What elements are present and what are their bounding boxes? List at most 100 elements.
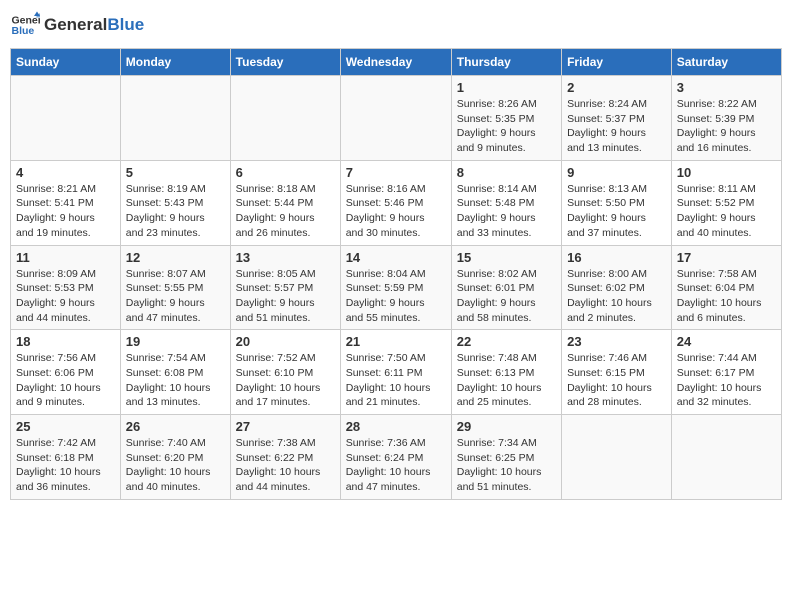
day-info: Sunrise: 8:09 AMSunset: 5:53 PMDaylight:…: [16, 267, 115, 326]
day-info: Sunrise: 8:22 AMSunset: 5:39 PMDaylight:…: [677, 97, 776, 156]
day-number: 9: [567, 165, 666, 180]
day-number: 18: [16, 334, 115, 349]
day-info: Sunrise: 7:34 AMSunset: 6:25 PMDaylight:…: [457, 436, 556, 495]
calendar-table: SundayMondayTuesdayWednesdayThursdayFrid…: [10, 48, 782, 500]
day-info: Sunrise: 7:48 AMSunset: 6:13 PMDaylight:…: [457, 351, 556, 410]
header-monday: Monday: [120, 49, 230, 76]
calendar-cell: 9 Sunrise: 8:13 AMSunset: 5:50 PMDaylight…: [562, 160, 672, 245]
calendar-cell: 22 Sunrise: 7:48 AMSunset: 6:13 PMDayligh…: [451, 330, 561, 415]
header-friday: Friday: [562, 49, 672, 76]
day-info: Sunrise: 8:24 AMSunset: 5:37 PMDaylight:…: [567, 97, 666, 156]
calendar-cell: 14 Sunrise: 8:04 AMSunset: 5:59 PMDayligh…: [340, 245, 451, 330]
header-tuesday: Tuesday: [230, 49, 340, 76]
header-sunday: Sunday: [11, 49, 121, 76]
day-info: Sunrise: 8:11 AMSunset: 5:52 PMDaylight:…: [677, 182, 776, 241]
day-info: Sunrise: 8:19 AMSunset: 5:43 PMDaylight:…: [126, 182, 225, 241]
calendar-cell: 15Sunrise: 8:02 AMSunset: 6:01 PMDayligh…: [451, 245, 561, 330]
calendar-cell: 26 Sunrise: 7:40 AMSunset: 6:20 PMDayligh…: [120, 415, 230, 500]
day-number: 17: [677, 250, 776, 265]
day-number: 3: [677, 80, 776, 95]
calendar-cell: [11, 76, 121, 161]
week-row-4: 25 Sunrise: 7:42 AMSunset: 6:18 PMDayligh…: [11, 415, 782, 500]
day-number: 22: [457, 334, 556, 349]
calendar-cell: [562, 415, 672, 500]
header-wednesday: Wednesday: [340, 49, 451, 76]
calendar-cell: 11 Sunrise: 8:09 AMSunset: 5:53 PMDayligh…: [11, 245, 121, 330]
logo: General Blue General Blue: [10, 10, 144, 40]
calendar-cell: 7 Sunrise: 8:16 AMSunset: 5:46 PMDaylight…: [340, 160, 451, 245]
week-row-2: 11 Sunrise: 8:09 AMSunset: 5:53 PMDayligh…: [11, 245, 782, 330]
day-number: 1: [457, 80, 556, 95]
logo-icon: General Blue: [10, 10, 40, 40]
day-info: Sunrise: 8:00 AMSunset: 6:02 PMDaylight:…: [567, 267, 666, 326]
day-number: 5: [126, 165, 225, 180]
calendar-cell: 4 Sunrise: 8:21 AMSunset: 5:41 PMDaylight…: [11, 160, 121, 245]
calendar-cell: 12 Sunrise: 8:07 AMSunset: 5:55 PMDayligh…: [120, 245, 230, 330]
calendar-cell: 28 Sunrise: 7:36 AMSunset: 6:24 PMDayligh…: [340, 415, 451, 500]
calendar-cell: 27 Sunrise: 7:38 AMSunset: 6:22 PMDayligh…: [230, 415, 340, 500]
day-number: 12: [126, 250, 225, 265]
day-info: Sunrise: 8:26 AMSunset: 5:35 PMDaylight:…: [457, 97, 556, 156]
day-info: Sunrise: 7:50 AMSunset: 6:11 PMDaylight:…: [346, 351, 446, 410]
calendar-cell: 17Sunrise: 7:58 AMSunset: 6:04 PMDayligh…: [671, 245, 781, 330]
day-info: Sunrise: 7:46 AMSunset: 6:15 PMDaylight:…: [567, 351, 666, 410]
calendar-cell: 20 Sunrise: 7:52 AMSunset: 6:10 PMDayligh…: [230, 330, 340, 415]
day-info: Sunrise: 8:07 AMSunset: 5:55 PMDaylight:…: [126, 267, 225, 326]
day-number: 20: [236, 334, 335, 349]
day-info: Sunrise: 7:42 AMSunset: 6:18 PMDaylight:…: [16, 436, 115, 495]
day-info: Sunrise: 7:54 AMSunset: 6:08 PMDaylight:…: [126, 351, 225, 410]
day-info: Sunrise: 8:21 AMSunset: 5:41 PMDaylight:…: [16, 182, 115, 241]
day-number: 2: [567, 80, 666, 95]
day-number: 11: [16, 250, 115, 265]
calendar-header: SundayMondayTuesdayWednesdayThursdayFrid…: [11, 49, 782, 76]
calendar-cell: 8 Sunrise: 8:14 AMSunset: 5:48 PMDaylight…: [451, 160, 561, 245]
calendar-cell: 29 Sunrise: 7:34 AMSunset: 6:25 PMDayligh…: [451, 415, 561, 500]
day-info: Sunrise: 7:36 AMSunset: 6:24 PMDaylight:…: [346, 436, 446, 495]
day-info: Sunrise: 8:16 AMSunset: 5:46 PMDaylight:…: [346, 182, 446, 241]
calendar-cell: 6 Sunrise: 8:18 AMSunset: 5:44 PMDaylight…: [230, 160, 340, 245]
calendar-cell: 24Sunrise: 7:44 AMSunset: 6:17 PMDayligh…: [671, 330, 781, 415]
week-row-1: 4 Sunrise: 8:21 AMSunset: 5:41 PMDaylight…: [11, 160, 782, 245]
calendar-cell: 21 Sunrise: 7:50 AMSunset: 6:11 PMDayligh…: [340, 330, 451, 415]
calendar-cell: [230, 76, 340, 161]
day-number: 13: [236, 250, 335, 265]
day-info: Sunrise: 8:18 AMSunset: 5:44 PMDaylight:…: [236, 182, 335, 241]
week-row-3: 18 Sunrise: 7:56 AMSunset: 6:06 PMDayligh…: [11, 330, 782, 415]
day-info: Sunrise: 8:14 AMSunset: 5:48 PMDaylight:…: [457, 182, 556, 241]
day-number: 6: [236, 165, 335, 180]
day-info: Sunrise: 7:44 AMSunset: 6:17 PMDaylight:…: [677, 351, 776, 410]
logo-blue: Blue: [107, 15, 144, 35]
svg-text:Blue: Blue: [12, 25, 35, 37]
day-info: Sunrise: 7:38 AMSunset: 6:22 PMDaylight:…: [236, 436, 335, 495]
calendar-cell: 18 Sunrise: 7:56 AMSunset: 6:06 PMDayligh…: [11, 330, 121, 415]
day-info: Sunrise: 8:02 AMSunset: 6:01 PMDaylight:…: [457, 267, 556, 326]
header: General Blue General Blue: [10, 10, 782, 40]
day-number: 25: [16, 419, 115, 434]
day-number: 8: [457, 165, 556, 180]
header-saturday: Saturday: [671, 49, 781, 76]
day-info: Sunrise: 7:56 AMSunset: 6:06 PMDaylight:…: [16, 351, 115, 410]
day-number: 14: [346, 250, 446, 265]
calendar-cell: 16 Sunrise: 8:00 AMSunset: 6:02 PMDayligh…: [562, 245, 672, 330]
calendar-cell: 1 Sunrise: 8:26 AMSunset: 5:35 PMDaylight…: [451, 76, 561, 161]
calendar-cell: 2 Sunrise: 8:24 AMSunset: 5:37 PMDaylight…: [562, 76, 672, 161]
day-info: Sunrise: 8:05 AMSunset: 5:57 PMDaylight:…: [236, 267, 335, 326]
logo-general: General: [44, 15, 107, 35]
day-number: 27: [236, 419, 335, 434]
calendar-cell: 5 Sunrise: 8:19 AMSunset: 5:43 PMDaylight…: [120, 160, 230, 245]
header-thursday: Thursday: [451, 49, 561, 76]
day-number: 26: [126, 419, 225, 434]
week-row-0: 1 Sunrise: 8:26 AMSunset: 5:35 PMDaylight…: [11, 76, 782, 161]
calendar-cell: 25 Sunrise: 7:42 AMSunset: 6:18 PMDayligh…: [11, 415, 121, 500]
day-number: 4: [16, 165, 115, 180]
calendar-cell: 3 Sunrise: 8:22 AMSunset: 5:39 PMDaylight…: [671, 76, 781, 161]
day-info: Sunrise: 8:04 AMSunset: 5:59 PMDaylight:…: [346, 267, 446, 326]
day-info: Sunrise: 7:52 AMSunset: 6:10 PMDaylight:…: [236, 351, 335, 410]
day-info: Sunrise: 8:13 AMSunset: 5:50 PMDaylight:…: [567, 182, 666, 241]
day-number: 21: [346, 334, 446, 349]
day-number: 28: [346, 419, 446, 434]
day-number: 16: [567, 250, 666, 265]
day-info: Sunrise: 7:40 AMSunset: 6:20 PMDaylight:…: [126, 436, 225, 495]
day-number: 7: [346, 165, 446, 180]
day-number: 29: [457, 419, 556, 434]
